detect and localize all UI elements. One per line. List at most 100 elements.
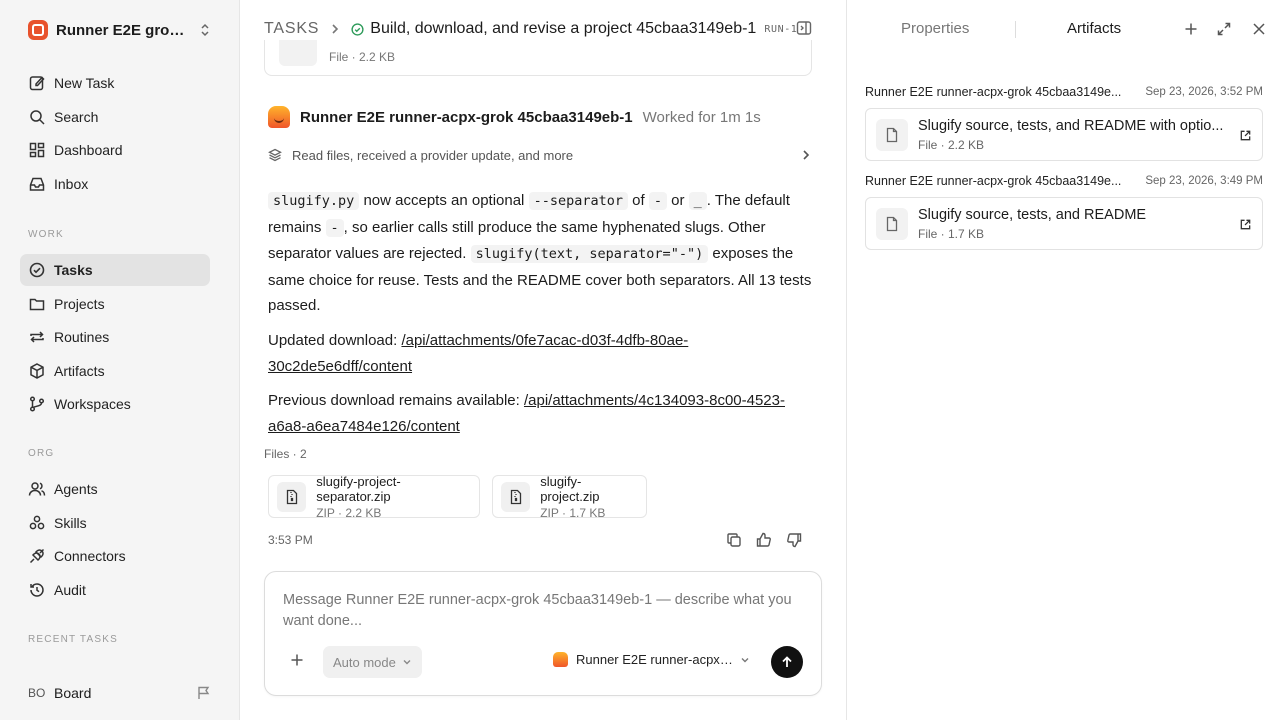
nav-label: New Task <box>54 75 115 91</box>
tab-artifacts[interactable]: Artifacts <box>1067 20 1121 37</box>
chevron-down-icon <box>403 660 411 665</box>
file-name: slugify-project.zip <box>540 473 600 504</box>
external-link-icon[interactable] <box>1239 218 1252 231</box>
file-meta: ZIP · 2.2 KB <box>316 505 382 520</box>
board-label: Board <box>54 685 92 701</box>
layers-icon <box>268 148 282 162</box>
close-icon[interactable] <box>1251 21 1267 37</box>
status-done-icon <box>351 22 364 36</box>
artifact-timestamp: Sep 23, 2026, 3:49 PM <box>1145 175 1263 187</box>
sidebar: Runner E2E grok-... New Task Search Dash… <box>0 0 240 720</box>
file-card[interactable]: slugify-project-separator.zip ZIP · 2.2 … <box>268 473 480 520</box>
send-button[interactable] <box>771 646 803 678</box>
inbox-icon <box>29 177 45 191</box>
previous-file-card[interactable]: File · 2.2 KB <box>264 40 812 76</box>
artifact-author: Runner E2E runner-acpx-grok 45cbaa3149e.… <box>865 174 1122 188</box>
nav-inbox[interactable]: Inbox <box>20 168 210 200</box>
chevron-down-icon <box>741 657 749 662</box>
agent-name: Runner E2E runner-acpx-grok 45cbaa3149eb… <box>300 108 633 126</box>
agent-select[interactable]: Runner E2E runner-acpx-... <box>553 652 750 667</box>
agent-avatar <box>553 652 568 667</box>
tab-properties[interactable]: Properties <box>901 20 969 37</box>
nav-projects[interactable]: Projects <box>20 288 210 320</box>
activity-text: Read files, received a provider update, … <box>292 147 574 163</box>
panel-toggle-icon[interactable] <box>796 20 812 36</box>
search-icon <box>30 109 45 125</box>
thumbs-up-button[interactable] <box>755 531 773 549</box>
file-icon <box>876 207 908 240</box>
thumbs-down-button[interactable] <box>785 531 803 549</box>
file-name: slugify-project-separator.zip <box>316 473 401 504</box>
message-input[interactable] <box>283 590 803 636</box>
zip-file-icon <box>501 481 531 512</box>
file-meta: File · 2.2 KB <box>329 50 396 64</box>
nav-label: Skills <box>54 514 87 531</box>
artifact-card[interactable]: Slugify source, tests, and README with o… <box>865 108 1263 161</box>
edit-icon <box>29 76 45 91</box>
section-label-org: ORG <box>28 448 55 459</box>
inline-code: - <box>325 218 344 237</box>
nav-audit[interactable]: Audit <box>20 574 210 606</box>
plus-icon[interactable] <box>289 652 305 668</box>
tab-divider <box>1015 21 1016 38</box>
nav-label: Dashboard <box>54 142 123 159</box>
nav-search[interactable]: Search <box>20 101 210 133</box>
thumbs-down-icon <box>787 533 802 548</box>
nav-artifacts[interactable]: Artifacts <box>20 355 210 387</box>
nav-agents[interactable]: Agents <box>20 473 210 505</box>
nav-label: Routines <box>54 329 110 346</box>
artifact-timestamp: Sep 23, 2026, 3:52 PM <box>1145 86 1263 98</box>
artifact-meta: File · 2.2 KB <box>918 137 985 152</box>
nav-routines[interactable]: Routines <box>20 321 210 353</box>
main-pane: TASKS Build, download, and revise a proj… <box>240 0 846 720</box>
breadcrumb-tasks[interactable]: TASKS <box>264 20 319 38</box>
artifact-group: Runner E2E runner-acpx-grok 45cbaa3149e.… <box>865 82 1263 161</box>
flag-icon[interactable] <box>196 685 212 701</box>
message-paragraph: slugify.py now accepts an optional --sep… <box>268 188 812 319</box>
right-panel-tabs: Properties Artifacts <box>847 0 1280 58</box>
workspace-switcher[interactable]: Runner E2E grok-... <box>20 12 220 48</box>
activity-summary[interactable]: Read files, received a provider update, … <box>268 143 812 167</box>
message-text: Previous download remains available: <box>268 392 524 410</box>
repeat-icon <box>30 331 44 343</box>
nav-new-task[interactable]: New Task <box>20 67 210 99</box>
artifact-card[interactable]: Slugify source, tests, and README File ·… <box>865 197 1263 250</box>
agent-avatar <box>268 106 290 128</box>
git-branch-icon <box>29 396 45 412</box>
files-label: Files · 2 <box>264 447 307 461</box>
users-icon <box>28 482 46 496</box>
artifact-header: Runner E2E runner-acpx-grok 45cbaa3149e.… <box>865 82 1263 102</box>
nav-label: Workspaces <box>54 396 131 413</box>
nav-workspaces[interactable]: Workspaces <box>20 388 210 420</box>
mode-label: Auto mode <box>333 654 396 670</box>
nav-skills[interactable]: Skills <box>20 507 210 539</box>
workspace-name: Runner E2E grok-... <box>56 21 192 39</box>
message-composer: Auto mode Runner E2E runner-acpx-... <box>264 571 822 696</box>
message-actions <box>725 531 803 549</box>
nav-label: Agents <box>54 481 98 497</box>
chevron-up-down-icon <box>201 23 209 37</box>
artifact-author: Runner E2E runner-acpx-grok 45cbaa3149e.… <box>865 85 1122 99</box>
mode-select[interactable]: Auto mode <box>323 646 422 678</box>
expand-icon[interactable] <box>1216 21 1232 37</box>
message-text: now accepts an optional <box>359 192 529 209</box>
check-circle-icon <box>29 262 45 278</box>
nav-label: Inbox <box>54 175 89 192</box>
message-text: or <box>666 192 689 209</box>
board-avatar: BO <box>28 686 46 700</box>
artifact-title: Slugify source, tests, and README with o… <box>918 117 1224 134</box>
nav-tasks[interactable]: Tasks <box>20 254 210 286</box>
file-card[interactable]: slugify-project.zip ZIP · 1.7 KB <box>492 473 647 520</box>
plus-icon[interactable] <box>1183 21 1199 37</box>
board-row[interactable]: BO Board <box>20 678 220 708</box>
inline-code: _ <box>688 192 707 210</box>
file-icon <box>876 118 908 151</box>
nav-dashboard[interactable]: Dashboard <box>20 134 210 166</box>
external-link-icon[interactable] <box>1239 129 1252 142</box>
file-icon <box>279 40 317 66</box>
box-icon <box>30 362 44 379</box>
inline-code: - <box>648 192 667 210</box>
nav-connectors[interactable]: Connectors <box>20 540 210 572</box>
copy-button[interactable] <box>725 531 743 549</box>
message-paragraph: Updated download: /api/attachments/0fe7a… <box>268 328 812 379</box>
